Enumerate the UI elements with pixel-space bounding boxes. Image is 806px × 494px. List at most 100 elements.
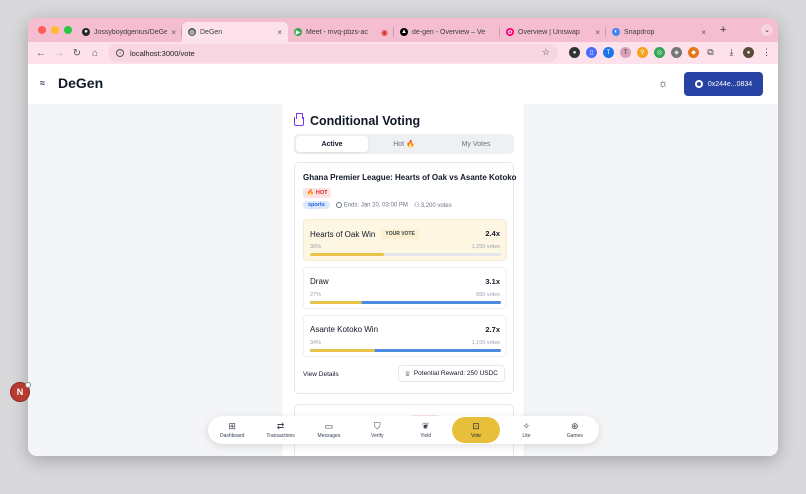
- tab-hot[interactable]: Hot 🔥: [368, 136, 440, 152]
- nav-label: Vote: [471, 432, 482, 439]
- extension-icon[interactable]: T: [603, 47, 614, 58]
- wallet-button[interactable]: 0x244e...0834: [684, 72, 763, 96]
- back-icon[interactable]: ←: [34, 46, 48, 60]
- tab-title: Overview | Uniswap: [518, 28, 580, 36]
- hot-badge-label: HOT: [315, 190, 328, 196]
- tab-active[interactable]: Active: [296, 136, 368, 152]
- vote-option[interactable]: Asante Kotoko Win 2.7x 34% 1,100 votes: [303, 315, 507, 357]
- vote-count-text: 3,200 votes: [420, 203, 452, 209]
- home-icon[interactable]: ⌂: [88, 46, 102, 60]
- puzzle-icon[interactable]: ⧉: [705, 47, 716, 58]
- nav-label: Verify: [371, 432, 384, 439]
- browser-tabs: ● Jossyboydgenius/DeGen × ◍ DeGen × ▶ Me…: [76, 22, 712, 42]
- option-name: Draw: [310, 277, 329, 286]
- tab-close-icon[interactable]: ×: [171, 28, 176, 37]
- tab-title: DeGen: [200, 28, 223, 36]
- nav-dashboard[interactable]: ⊞ Dashboard: [208, 416, 256, 444]
- nav-lite[interactable]: ✧ Lite: [502, 416, 550, 444]
- option-progress-bar: [310, 253, 501, 256]
- swap-icon: ⇄: [276, 420, 285, 431]
- vote-meta: sports Ends: Jan 20, 03:00 PM ⚇3,200 vot…: [303, 201, 452, 209]
- nav-label: Lite: [522, 432, 531, 439]
- download-icon[interactable]: ⤓: [726, 47, 737, 58]
- extension-icon[interactable]: ◎: [654, 47, 665, 58]
- option-percent: 34%: [310, 340, 322, 346]
- site-info-icon[interactable]: i: [116, 49, 124, 57]
- view-details-link[interactable]: View Details: [303, 371, 339, 378]
- browser-tab-active[interactable]: ◍ DeGen ×: [182, 22, 288, 42]
- wallet-address: 0x244e...0834: [707, 80, 753, 88]
- window-controls: [38, 26, 72, 34]
- logo-icon: ≈: [40, 78, 45, 88]
- uniswap-icon: ✿: [506, 28, 514, 36]
- potential-reward-button[interactable]: ♕ Potential Reward: 250 USDC: [397, 365, 505, 382]
- option-name: Asante Kotoko Win: [310, 325, 379, 334]
- extension-icon[interactable]: ◈: [671, 47, 682, 58]
- nav-yield[interactable]: ❦ Yield: [402, 416, 450, 444]
- tab-strip: ● Jossyboydgenius/DeGen × ◍ DeGen × ▶ Me…: [28, 18, 778, 42]
- option-progress-fill: [310, 349, 375, 352]
- browser-toolbar: ← → ↻ ⌂ i localhost:3000/vote ☆ ● ▯ T T …: [28, 42, 778, 64]
- sun-icon[interactable]: ☼: [656, 77, 670, 91]
- end-time: Ends: Jan 20, 03:00 PM: [335, 201, 408, 209]
- tab-close-icon[interactable]: ×: [701, 28, 706, 37]
- fire-icon: 🔥: [307, 190, 314, 196]
- hot-badge: 🔥 HOT: [303, 188, 332, 198]
- bookmark-star-icon[interactable]: ☆: [542, 47, 550, 58]
- nav-verify[interactable]: ⛉ Verify: [353, 416, 401, 444]
- option-progress-bar: [310, 349, 501, 352]
- tab-close-icon[interactable]: ×: [277, 28, 282, 37]
- option-multiplier: 2.4x: [485, 229, 500, 238]
- option-name: Hearts of Oak Win: [310, 229, 376, 239]
- nav-transactions[interactable]: ⇄ Transactions: [256, 416, 304, 444]
- profile-icon[interactable]: ●: [743, 47, 754, 58]
- extension-icon[interactable]: ●: [569, 47, 580, 58]
- address-bar[interactable]: i localhost:3000/vote ☆: [108, 44, 558, 62]
- tab-my-votes[interactable]: My Votes: [440, 136, 512, 152]
- grid-icon: ⊞: [228, 420, 236, 431]
- close-window-button[interactable]: [38, 26, 46, 34]
- browser-tab[interactable]: ◐ Snapdrop ×: [606, 22, 712, 42]
- metamask-icon[interactable]: ◆: [688, 47, 699, 58]
- page-content: ≈ DeGen ☼ 0x244e...0834 Conditional Voti…: [28, 64, 778, 456]
- new-tab-button[interactable]: +: [720, 24, 726, 36]
- option-votes: 1,250 votes: [471, 244, 500, 250]
- status-dot: [25, 382, 31, 388]
- forward-icon[interactable]: →: [52, 46, 66, 60]
- gamepad-icon: ⊕: [571, 420, 579, 431]
- vote-option[interactable]: Draw 3.1x 27% 850 votes: [303, 267, 507, 309]
- nav-label: Messages: [317, 432, 341, 439]
- minimize-window-button[interactable]: [51, 26, 59, 34]
- nav-messages[interactable]: ▭ Messages: [305, 416, 353, 444]
- app-header: ≈ DeGen ☼ 0x244e...0834: [28, 64, 778, 104]
- option-progress-bar: [310, 301, 501, 304]
- clock-icon: [335, 201, 342, 208]
- your-vote-badge: YOUR VOTE: [381, 229, 419, 239]
- category-badge: sports: [303, 201, 330, 209]
- tab-title: de-gen - Overview – Ve: [412, 28, 486, 36]
- trophy-icon: ♕: [404, 370, 411, 378]
- github-icon: ●: [82, 28, 90, 36]
- browser-tab[interactable]: ▶ Meet - mvq-pbzs-ac ◉: [288, 22, 394, 42]
- user-icon: [694, 80, 703, 88]
- nav-vote[interactable]: ⊡ Vote: [451, 417, 501, 443]
- extension-icon[interactable]: T: [620, 47, 631, 58]
- browser-tab[interactable]: ● Jossyboydgenius/DeGen ×: [76, 22, 182, 42]
- tab-search-icon[interactable]: ⌄: [761, 24, 773, 36]
- end-time-text: Ends: Jan 20, 03:00 PM: [343, 202, 408, 209]
- extension-icon[interactable]: ⚲: [637, 47, 648, 58]
- ballot-icon: [294, 112, 304, 126]
- nav-games[interactable]: ⊕ Games: [551, 416, 599, 444]
- vote-option[interactable]: Hearts of Oak Win YOUR VOTE 2.4x 39% 1,2…: [303, 219, 507, 261]
- zoom-window-button[interactable]: [64, 26, 72, 34]
- bottom-nav: ⊞ Dashboard ⇄ Transactions ▭ Messages ⛉ …: [208, 416, 599, 444]
- tab-close-icon[interactable]: ×: [595, 28, 600, 37]
- vote-tabs: Active Hot 🔥 My Votes: [294, 134, 514, 154]
- app-logo[interactable]: DeGen: [58, 75, 103, 91]
- extension-icon[interactable]: ▯: [586, 47, 597, 58]
- browser-tab[interactable]: ✿ Overview | Uniswap ×: [500, 22, 606, 42]
- reload-icon[interactable]: ↻: [70, 46, 84, 60]
- browser-tab[interactable]: ▲ de-gen - Overview – Ve: [394, 22, 500, 42]
- snapdrop-icon: ◐: [612, 28, 620, 36]
- more-menu-icon[interactable]: ⋮: [761, 47, 772, 58]
